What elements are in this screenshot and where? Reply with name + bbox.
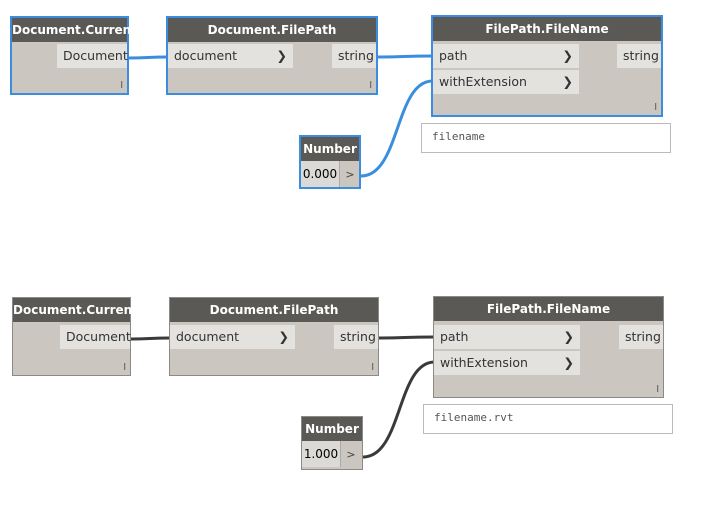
filepath-filename-node[interactable]: FilePath.FileName path ❯ withExtension ❯ s… xyxy=(433,296,664,398)
output-button[interactable]: > xyxy=(340,161,360,187)
port-label: withExtension xyxy=(439,74,527,89)
node-title: Number xyxy=(302,417,362,441)
port-label: path xyxy=(439,48,468,63)
number-input[interactable]: 1.000 xyxy=(302,441,341,467)
node-title: FilePath.FileName xyxy=(433,17,661,41)
number-node[interactable]: Number 0.000 > xyxy=(299,135,361,189)
lacing-indicator[interactable]: l xyxy=(123,363,126,373)
wire-document[interactable] xyxy=(128,55,168,60)
wire-document[interactable] xyxy=(130,336,171,341)
input-port-document[interactable]: document ❯ xyxy=(170,325,295,349)
output-port-document[interactable]: Document xyxy=(60,325,131,349)
chevron-right-icon: ❯ xyxy=(562,48,573,63)
output-port-string[interactable]: string xyxy=(619,325,663,349)
wire-string-path[interactable] xyxy=(377,335,435,340)
document-filepath-node[interactable]: Document.FilePath document ❯ string l xyxy=(169,297,379,376)
lacing-indicator[interactable]: l xyxy=(654,103,657,113)
preview-bubble: filename.rvt xyxy=(423,404,673,434)
wire-string-path[interactable] xyxy=(376,54,433,59)
chevron-right-icon: ❯ xyxy=(278,329,289,344)
document-filepath-node[interactable]: Document.FilePath document ❯ string l xyxy=(166,16,378,95)
chevron-right-icon: ❯ xyxy=(563,329,574,344)
lacing-indicator[interactable]: l xyxy=(656,385,659,395)
node-title: Number xyxy=(301,137,359,161)
chevron-right-icon: ❯ xyxy=(276,48,287,63)
output-button[interactable]: > xyxy=(341,441,361,467)
document-current-node[interactable]: Document.Current Document l xyxy=(10,16,137,95)
number-input[interactable]: 0.000 xyxy=(301,161,340,187)
chevron-right-icon: ❯ xyxy=(563,355,574,370)
port-label: document xyxy=(176,329,240,344)
node-title: Document.Current xyxy=(13,298,138,322)
output-port-string[interactable]: string xyxy=(334,325,378,349)
chevron-right-icon: ❯ xyxy=(562,74,573,89)
lacing-indicator[interactable]: l xyxy=(371,363,374,373)
port-label: document xyxy=(174,48,238,63)
node-title: FilePath.FileName xyxy=(434,297,663,321)
node-title: Document.FilePath xyxy=(170,298,378,322)
input-port-document[interactable]: document ❯ xyxy=(168,44,293,68)
filepath-filename-node[interactable]: FilePath.FileName path ❯ withExtension ❯ s… xyxy=(431,15,663,117)
document-current-node[interactable]: Document.Current Document l xyxy=(12,297,138,376)
node-title: Document.Current xyxy=(12,18,137,42)
lacing-indicator[interactable]: l xyxy=(120,81,123,91)
output-port-document[interactable]: Document xyxy=(57,44,128,68)
number-node[interactable]: Number 1.000 > xyxy=(301,416,363,470)
input-port-path[interactable]: path ❯ xyxy=(434,325,580,349)
output-port-string[interactable]: string xyxy=(332,44,376,68)
input-port-withextension[interactable]: withExtension ❯ xyxy=(434,351,580,375)
port-label: path xyxy=(440,329,469,344)
node-title: Document.FilePath xyxy=(168,18,376,42)
port-label: withExtension xyxy=(440,355,528,370)
input-port-withextension[interactable]: withExtension ❯ xyxy=(433,70,579,94)
lacing-indicator[interactable]: l xyxy=(369,81,372,91)
input-port-path[interactable]: path ❯ xyxy=(433,44,579,68)
output-port-string[interactable]: string xyxy=(617,44,661,68)
preview-bubble: filename xyxy=(421,123,671,153)
